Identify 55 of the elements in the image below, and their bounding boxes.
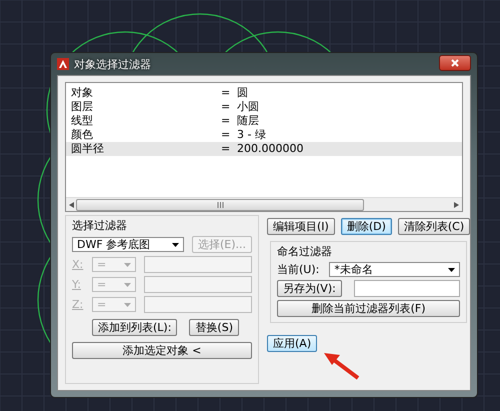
add-to-list-button[interactable]: 添加到列表(L):	[92, 319, 178, 336]
delete-list-button[interactable]: 删除当前过滤器列表(F)	[277, 300, 460, 317]
app-logo-icon	[57, 58, 69, 70]
group-label: 命名过滤器	[277, 244, 333, 259]
property-value: 圆	[237, 86, 249, 100]
scroll-left-icon[interactable]	[69, 202, 74, 208]
replace-button[interactable]: 替换(S)	[189, 319, 239, 336]
filter-row[interactable]: 线型 = 随层	[66, 114, 462, 128]
caret-icon	[448, 268, 456, 272]
caret-icon	[172, 242, 179, 246]
close-button[interactable]	[439, 55, 471, 71]
scrollbar-thumb[interactable]	[76, 198, 364, 210]
list-button[interactable]: 删除(D)	[340, 218, 392, 235]
grip-icon	[216, 202, 224, 208]
property-value: 小圆	[237, 100, 260, 114]
operator: =	[221, 142, 232, 156]
apply-button[interactable]: 应用(A)	[267, 335, 318, 352]
operator: =	[221, 100, 232, 114]
save-as-button[interactable]: 另存为(V):	[277, 280, 342, 297]
current-dropdown[interactable]: *未命名	[329, 262, 460, 277]
property-name: 图层	[71, 100, 94, 114]
property-value: 3 - 绿	[237, 128, 267, 142]
property-name: 颜色	[71, 128, 94, 142]
close-icon	[451, 59, 459, 67]
filter-row[interactable]: 图层 = 小圆	[66, 100, 462, 114]
caret-icon	[124, 262, 131, 266]
list-button[interactable]: 编辑项目(I)	[267, 218, 335, 235]
caret-icon	[124, 302, 131, 306]
add-selected-button[interactable]: 添加选定对象 <	[72, 342, 252, 359]
filter-row[interactable]: 颜色 = 3 - 绿	[66, 128, 462, 142]
property-value: 随层	[237, 114, 260, 128]
scroll-right-icon[interactable]	[454, 202, 459, 208]
current-label: 当前(U):	[277, 262, 320, 277]
filter-row[interactable]: 对象 = 圆	[66, 86, 462, 100]
operator: =	[221, 128, 232, 142]
property-name: 对象	[71, 86, 94, 100]
property-value: 200.000000	[237, 142, 304, 156]
operator: =	[221, 86, 232, 100]
axis-label: Y:	[72, 278, 82, 291]
list-button[interactable]: 清除列表(C)	[398, 218, 470, 235]
axis-label: X:	[72, 258, 84, 271]
property-name: 圆半径	[71, 142, 105, 156]
value-field[interactable]	[144, 276, 252, 293]
name-field[interactable]	[354, 280, 460, 297]
axis-label: Z:	[72, 298, 84, 311]
value-field[interactable]	[144, 296, 252, 313]
filter-dropdown[interactable]: DWF 参考底图	[72, 237, 184, 252]
caret-icon	[124, 282, 131, 286]
group-label: 选择过滤器	[72, 218, 128, 233]
horizontal-scrollbar[interactable]	[66, 197, 462, 211]
operator: =	[221, 114, 232, 128]
window-title: 对象选择过滤器	[74, 56, 152, 72]
property-name: 线型	[71, 114, 94, 128]
value-field[interactable]	[144, 256, 252, 273]
filter-row[interactable]: 圆半径 = 200.000000	[66, 142, 462, 156]
